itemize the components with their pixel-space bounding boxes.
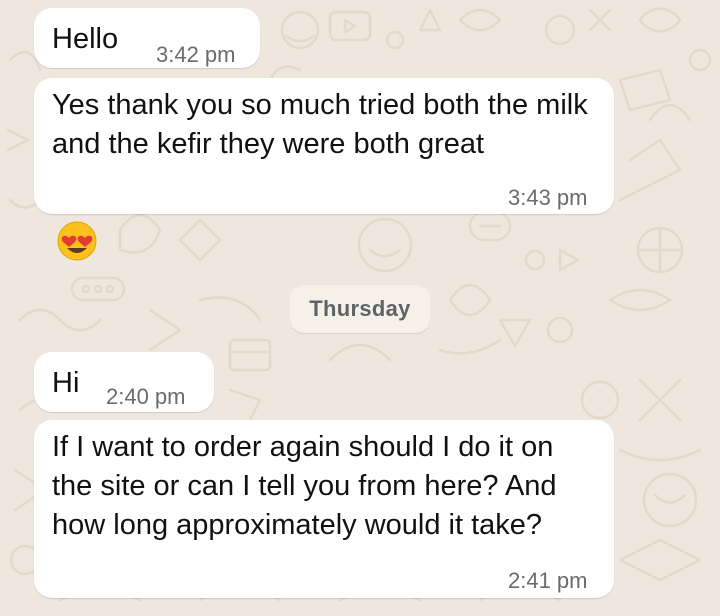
message-text: If I want to order again should I do it … (52, 431, 565, 541)
date-separator: Thursday (290, 285, 430, 333)
message-timestamp: 2:40 pm (106, 384, 186, 409)
incoming-message-bubble[interactable]: Yes thank you so much tried both the mil… (34, 78, 614, 214)
incoming-message-bubble[interactable]: Hello 3:42 pm (34, 8, 260, 68)
message-text: Yes thank you so much tried both the mil… (52, 89, 596, 160)
message-text: Hello (52, 23, 119, 55)
message-text: Hi (52, 367, 80, 399)
message-timestamp: 3:42 pm (156, 42, 236, 67)
message-timestamp: 3:43 pm (508, 185, 588, 210)
incoming-message-bubble[interactable]: If I want to order again should I do it … (34, 420, 614, 598)
heart-eyes-emoji-icon[interactable] (56, 220, 98, 262)
message-timestamp: 2:41 pm (508, 568, 588, 593)
incoming-message-bubble[interactable]: Hi 2:40 pm (34, 352, 214, 412)
